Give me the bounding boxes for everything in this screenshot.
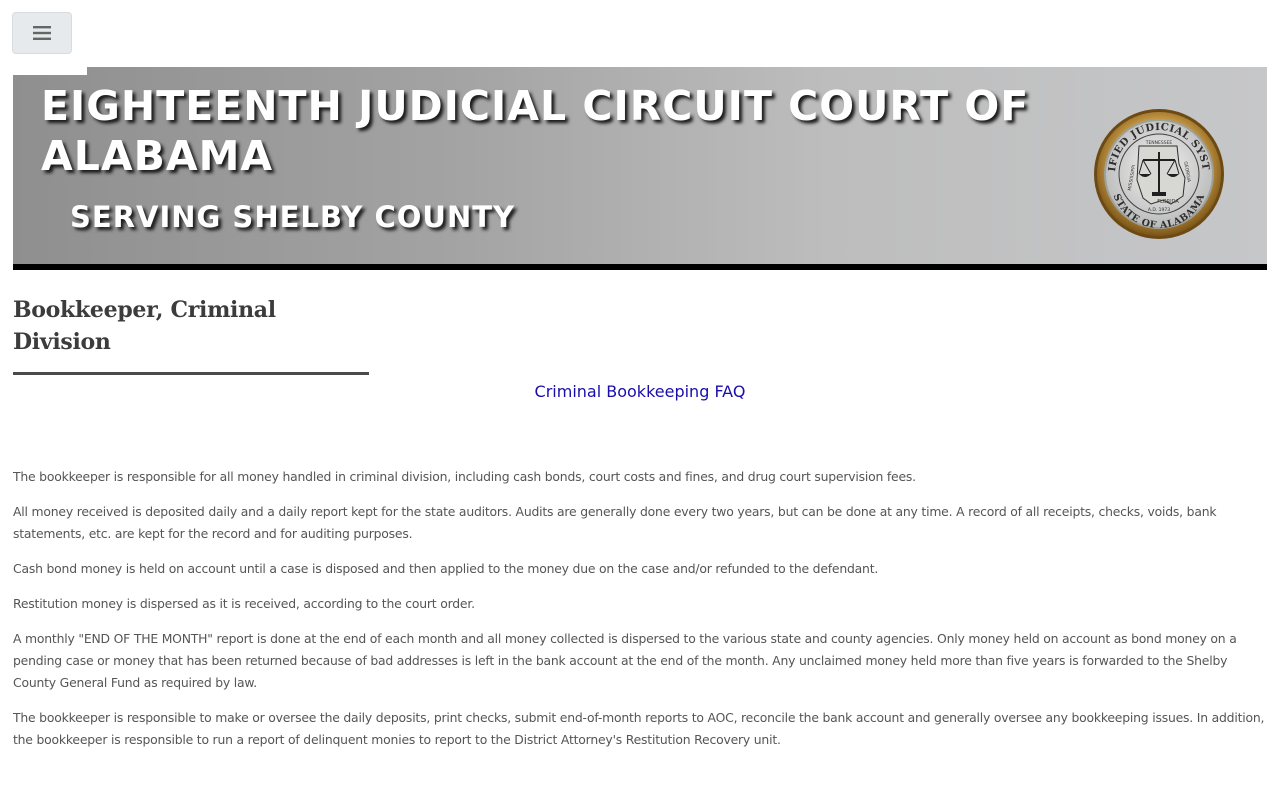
content-paragraph: A monthly "END OF THE MONTH" report is d… — [13, 631, 1237, 690]
seal-map-label: TENNESSEE — [1145, 140, 1173, 146]
court-seal-icon: UNIFIED JUDICIAL SYSTEM STATE OF ALABAMA… — [1093, 108, 1224, 239]
seal-map-label: FLORIDA — [1157, 199, 1179, 205]
banner-notch — [13, 67, 87, 75]
site-title[interactable]: EIGHTEENTH JUDICIAL CIRCUIT COURT OF ALA… — [41, 81, 1061, 181]
content-paragraph: Restitution money is dispersed as it is … — [13, 596, 475, 611]
page-title: Bookkeeper, Criminal Division — [13, 294, 369, 375]
content-paragraph: Cash bond money is held on account until… — [13, 561, 879, 576]
site-subtitle: SERVING SHELBY COUNTY — [70, 200, 516, 234]
site-banner: EIGHTEENTH JUDICIAL CIRCUIT COURT OF ALA… — [13, 67, 1267, 270]
content-paragraph: All money received is deposited daily an… — [13, 504, 1217, 541]
content-paragraph: The bookkeeper is responsible for all mo… — [13, 469, 916, 484]
criminal-bookkeeping-faq-link[interactable]: Criminal Bookkeeping FAQ — [535, 382, 746, 401]
seal-date: A.D. 1973 — [1148, 207, 1170, 213]
page-content: The bookkeeper is responsible for all mo… — [13, 466, 1269, 764]
menu-toggle-button[interactable] — [12, 12, 72, 54]
faq-link-container: Criminal Bookkeeping FAQ — [0, 380, 1280, 404]
hamburger-menu-icon — [33, 26, 51, 40]
content-paragraph: The bookkeeper is responsible to make or… — [13, 710, 1265, 747]
